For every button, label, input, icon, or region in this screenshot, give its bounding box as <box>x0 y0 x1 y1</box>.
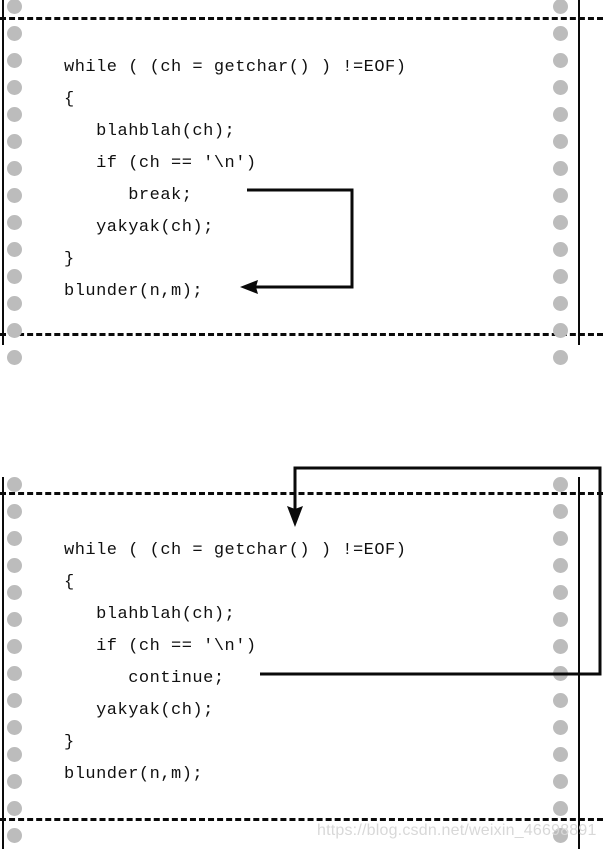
code-line: blahblah(ch); <box>64 605 236 624</box>
code-line: } <box>64 733 75 752</box>
code-line: blunder(n,m); <box>64 282 204 301</box>
panel-perforation-bottom <box>0 818 603 821</box>
panel-perforation-bottom <box>0 333 603 336</box>
paper-left-rule-2 <box>2 477 4 849</box>
panel-perforation-top <box>0 492 603 495</box>
code-line: if (ch == '\n') <box>64 637 257 656</box>
code-line: break; <box>64 186 193 205</box>
sprocket-holes-right-1 <box>553 0 582 365</box>
panel-perforation-top <box>0 17 603 20</box>
code-line: } <box>64 250 75 269</box>
sprocket-holes-left-2 <box>7 477 36 849</box>
sprocket-holes-right-2 <box>553 477 582 849</box>
code-line: yakyak(ch); <box>64 701 214 720</box>
figure-page: while ( (ch = getchar() ) !=EOF) { blahb… <box>0 0 603 849</box>
code-line: blunder(n,m); <box>64 765 204 784</box>
code-line: while ( (ch = getchar() ) !=EOF) <box>64 541 407 560</box>
code-line: { <box>64 573 75 592</box>
code-line: while ( (ch = getchar() ) !=EOF) <box>64 58 407 77</box>
paper-left-rule-1 <box>2 0 4 345</box>
code-line: blahblah(ch); <box>64 122 236 141</box>
code-line: if (ch == '\n') <box>64 154 257 173</box>
code-line: continue; <box>64 669 225 688</box>
code-line: { <box>64 90 75 109</box>
sprocket-holes-left-1 <box>7 0 36 365</box>
site-watermark: https://blog.csdn.net/weixin_46698891 <box>317 822 597 839</box>
code-line: yakyak(ch); <box>64 218 214 237</box>
